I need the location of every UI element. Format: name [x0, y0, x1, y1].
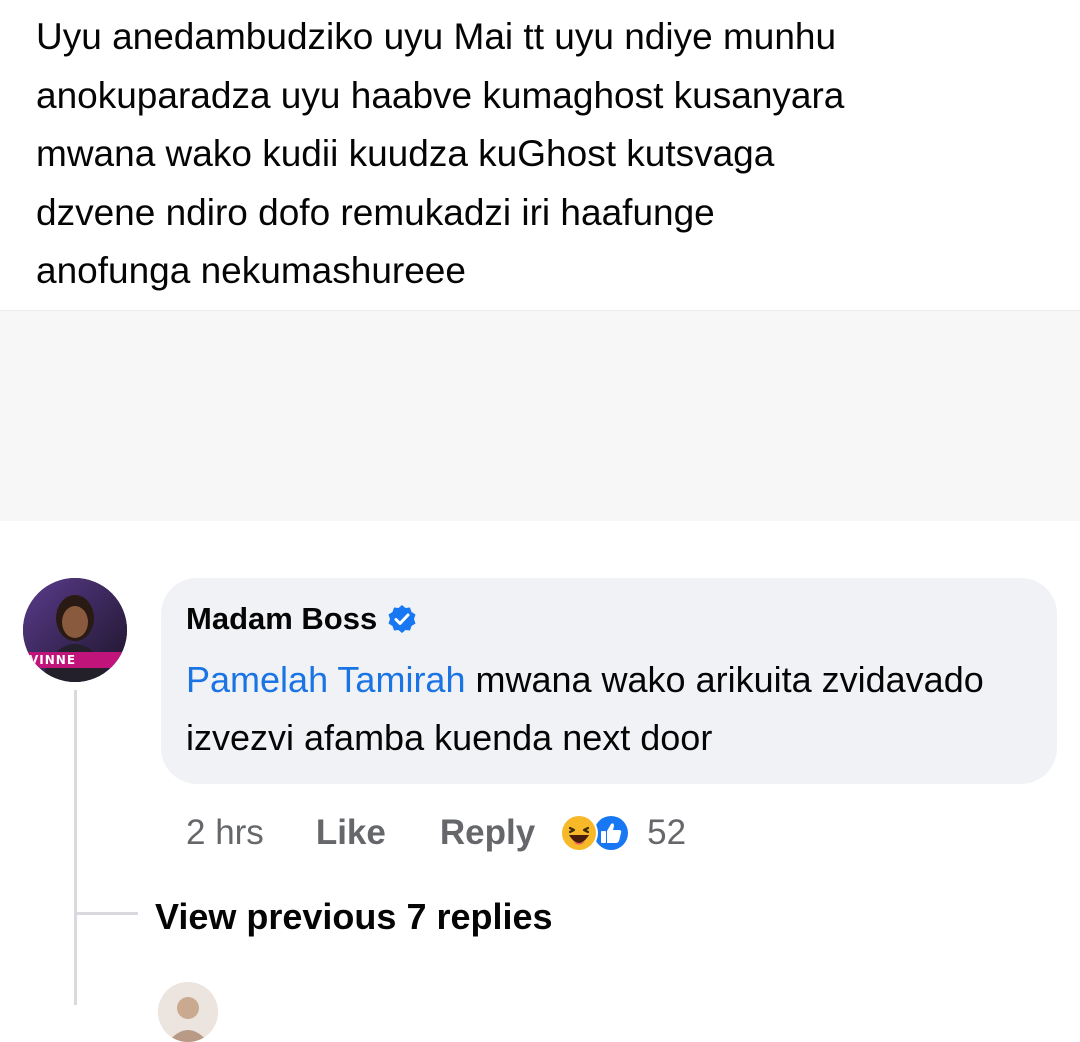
- post-text: Uyu anedambudziko uyu Mai tt uyu ndiye m…: [36, 16, 845, 291]
- comment-timestamp[interactable]: 2 hrs: [186, 813, 264, 853]
- avatar-badge-text: VINNE: [29, 653, 77, 667]
- next-comment-avatar[interactable]: [158, 982, 218, 1042]
- like-button[interactable]: Like: [316, 813, 386, 853]
- next-avatar-image: [158, 982, 218, 1042]
- reply-button[interactable]: Reply: [440, 813, 535, 853]
- reaction-count: 52: [647, 813, 687, 852]
- comment-text: Pamelah Tamirah mwana wako arikuita zvid…: [186, 651, 1046, 767]
- comment-actions: 2 hrs Like Reply 52: [186, 810, 686, 856]
- commenter-name-row: Madam Boss: [186, 601, 417, 637]
- thread-branch: [74, 912, 138, 915]
- commenter-avatar[interactable]: VINNE: [23, 578, 127, 682]
- commenter-name[interactable]: Madam Boss: [186, 601, 377, 637]
- comment-mention-link[interactable]: Pamelah Tamirah: [186, 659, 465, 700]
- reaction-summary[interactable]: 52: [559, 813, 686, 853]
- view-previous-replies-link[interactable]: View previous 7 replies: [155, 896, 553, 938]
- verified-badge-icon: [387, 604, 417, 634]
- thread-line: [74, 690, 77, 1005]
- haha-reaction-icon: [560, 814, 599, 852]
- post-separator: [0, 310, 1080, 521]
